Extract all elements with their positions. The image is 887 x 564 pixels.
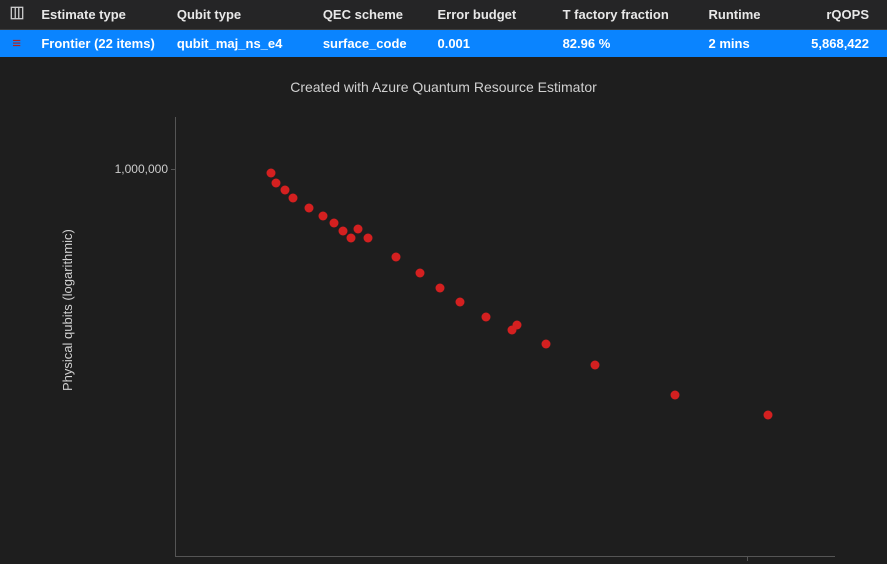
data-point[interactable] [512, 321, 521, 330]
table-header-row: Estimate type Qubit type QEC scheme Erro… [0, 0, 887, 30]
data-point[interactable] [288, 194, 297, 203]
data-point[interactable] [456, 297, 465, 306]
header-error-budget[interactable]: Error budget [429, 0, 554, 30]
cell-runtime: 2 mins [701, 30, 800, 58]
data-point[interactable] [329, 219, 338, 228]
data-point[interactable] [671, 390, 680, 399]
cell-qec-scheme: surface_code [315, 30, 430, 58]
row-expand-cell[interactable]: ≡ [0, 30, 33, 58]
expand-icon: ≡ [12, 35, 21, 52]
data-point[interactable] [542, 339, 551, 348]
data-point[interactable] [304, 204, 313, 213]
header-runtime[interactable]: Runtime [701, 0, 800, 30]
app-root: Estimate type Qubit type QEC scheme Erro… [0, 0, 887, 564]
header-qubit-type[interactable]: Qubit type [169, 0, 315, 30]
data-point[interactable] [280, 186, 289, 195]
results-table: Estimate type Qubit type QEC scheme Erro… [0, 0, 887, 57]
data-point[interactable] [392, 252, 401, 261]
columns-icon [10, 8, 24, 23]
columns-icon-cell[interactable] [0, 0, 33, 30]
data-point[interactable] [435, 283, 444, 292]
header-rqops[interactable]: rQOPS [800, 0, 887, 30]
scatter-plot[interactable]: 1,000,0001 hour [175, 117, 835, 557]
cell-qubit-type: qubit_maj_ns_e4 [169, 30, 315, 58]
data-point[interactable] [346, 233, 355, 242]
y-tick-label: 1,000,000 [115, 162, 168, 176]
data-point[interactable] [482, 312, 491, 321]
cell-estimate-type: Frontier (22 items) [33, 30, 169, 58]
data-point[interactable] [318, 211, 327, 220]
cell-t-factory-fraction: 82.96 % [555, 30, 701, 58]
cell-rqops: 5,868,422 [800, 30, 887, 58]
header-qec-scheme[interactable]: QEC scheme [315, 0, 430, 30]
table-row[interactable]: ≡ Frontier (22 items) qubit_maj_ns_e4 su… [0, 30, 887, 58]
data-point[interactable] [415, 268, 424, 277]
data-point[interactable] [363, 233, 372, 242]
data-point[interactable] [272, 179, 281, 188]
y-tick-mark [171, 169, 176, 170]
y-axis-title: Physical qubits (logarithmic) [60, 57, 75, 564]
data-point[interactable] [267, 169, 276, 178]
chart-title: Created with Azure Quantum Resource Esti… [0, 79, 887, 95]
data-point[interactable] [353, 225, 362, 234]
data-point[interactable] [590, 361, 599, 370]
chart-area[interactable]: Created with Azure Quantum Resource Esti… [0, 57, 887, 564]
header-estimate-type[interactable]: Estimate type [33, 0, 169, 30]
cell-error-budget: 0.001 [429, 30, 554, 58]
x-tick-mark [747, 556, 748, 561]
header-t-factory-fraction[interactable]: T factory fraction [555, 0, 701, 30]
data-point[interactable] [763, 410, 772, 419]
